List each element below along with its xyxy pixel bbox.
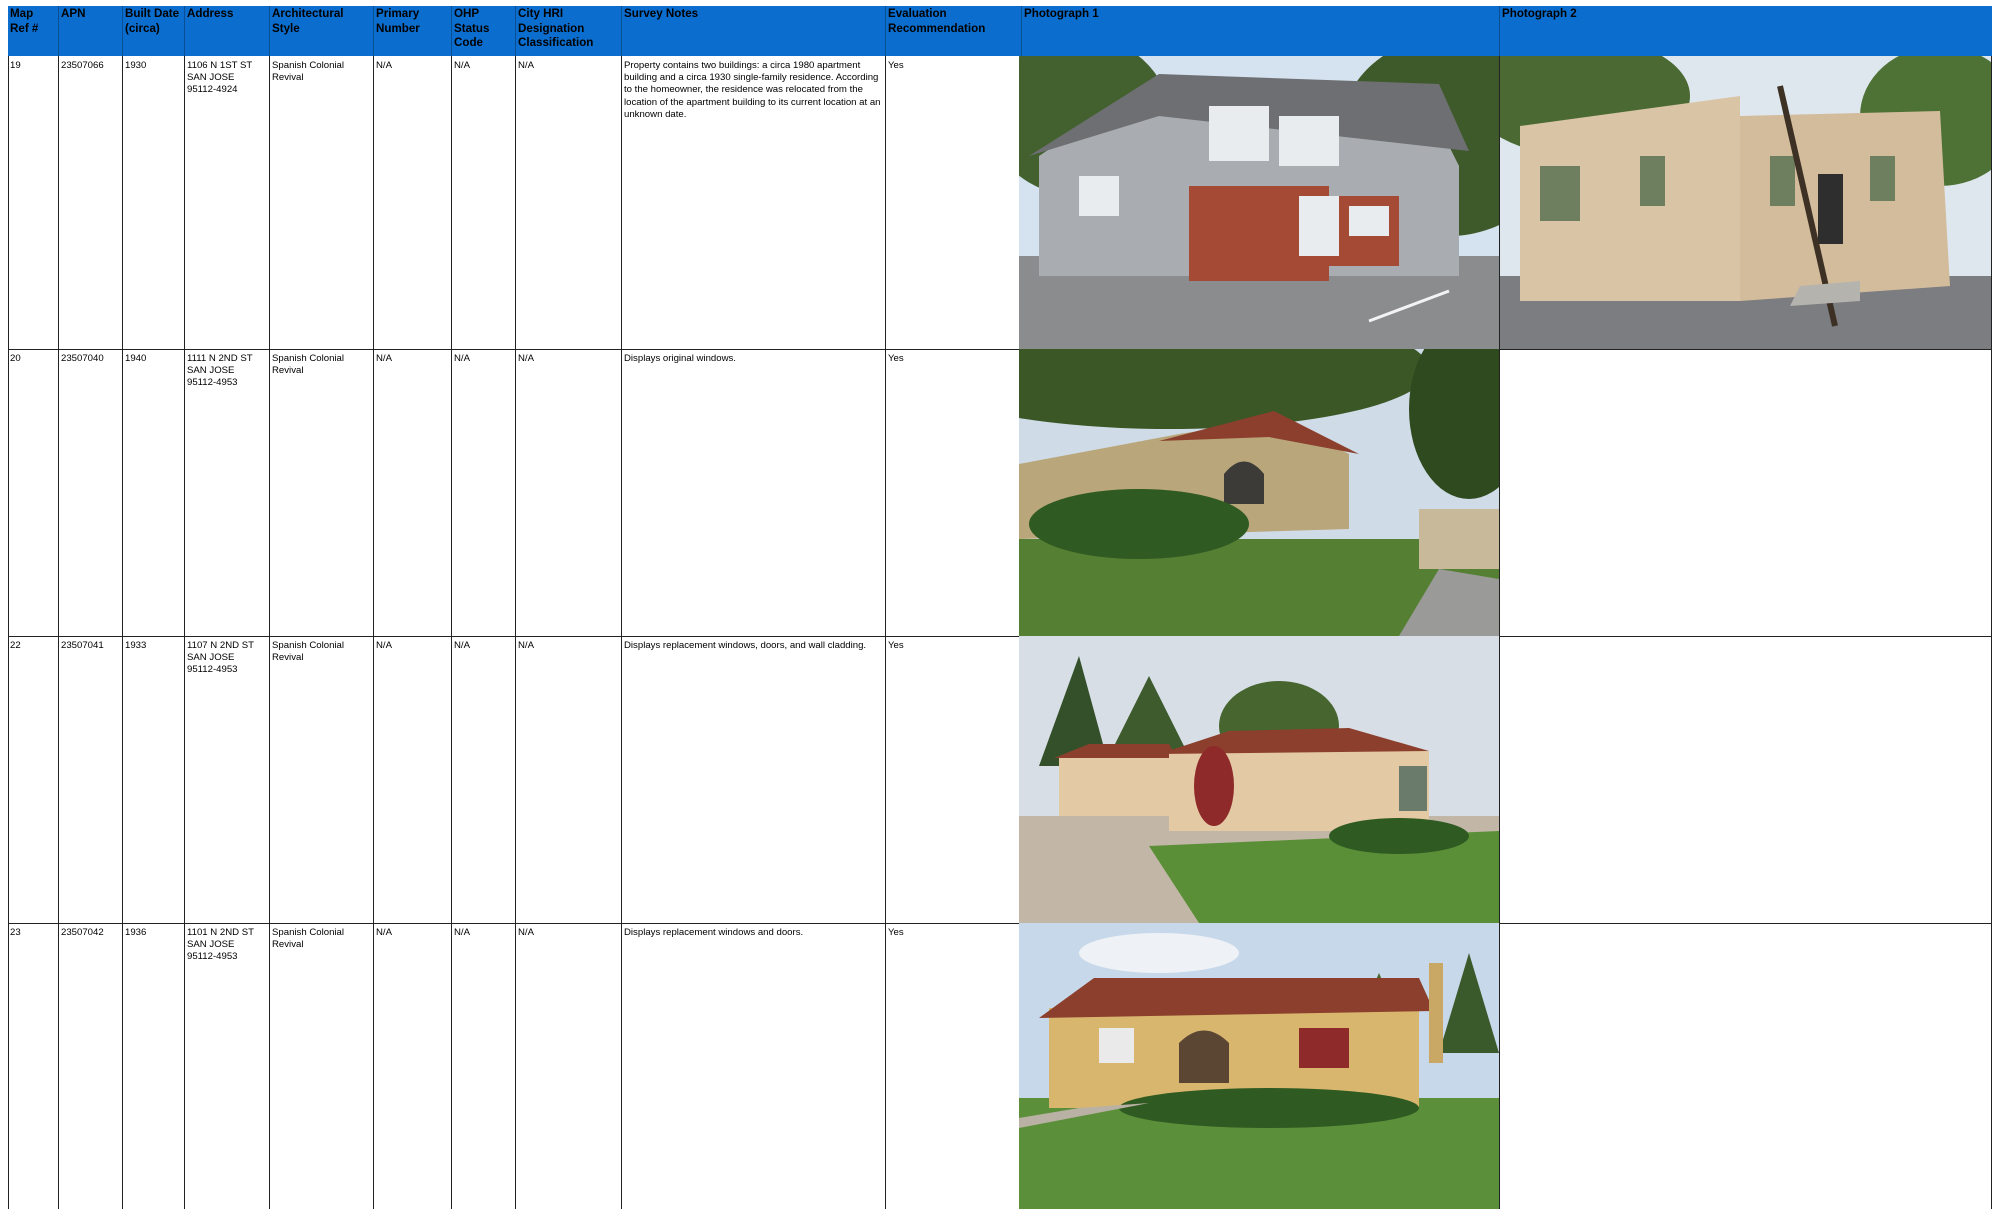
address-cell: 1101 N 2ND ST SAN JOSE 95112-4953 [185,923,270,1209]
survey-notes-cell: Displays original windows. [622,349,886,636]
arch-style-cell: Spanish Colonial Revival [270,56,374,349]
yellow-house-image [1019,923,1499,1209]
grid-right-border [1991,56,1992,1209]
built-date-cell: 1933 [123,636,185,923]
survey-table: Map Ref # APN Built Date (circa) Address… [8,6,1992,1209]
address-cell: 1107 N 2ND ST SAN JOSE 95112-4953 [185,636,270,923]
arch-style-cell: Spanish Colonial Revival [270,923,374,1209]
built-date-cell: 1930 [123,56,185,349]
ohp-status-cell: N/A [452,56,516,349]
grid-left-border [8,56,9,1209]
city-hri-cell: N/A [516,636,622,923]
col-header-photograph-2: Photograph 2 [1502,7,1577,20]
primary-number-cell: N/A [374,636,452,923]
photograph-1 [1019,636,1499,923]
apn-cell: 23507040 [59,349,123,636]
col-header-primary-number: Primary Number [374,6,452,56]
survey-notes-cell: Displays replacement windows and doors. [622,923,886,1209]
arched-window-house-image [1019,349,1499,636]
city-hri-cell: N/A [516,349,622,636]
table-row: 22 23507041 1933 1107 N 2ND ST SAN JOSE … [8,636,1992,924]
address-cell: 1111 N 2ND ST SAN JOSE 95112-4953 [185,349,270,636]
col-header-apn: APN [59,6,123,56]
survey-notes-cell: Displays replacement windows, doors, and… [622,636,886,923]
primary-number-cell: N/A [374,349,452,636]
arch-style-cell: Spanish Colonial Revival [270,636,374,923]
city-hri-cell: N/A [516,923,622,1209]
map-ref-cell: 19 [8,56,59,349]
ohp-status-cell: N/A [452,636,516,923]
table-row: 19 23507066 1930 1106 N 1ST ST SAN JOSE … [8,56,1992,350]
map-ref-cell: 22 [8,636,59,923]
col-header-evaluation: Evaluation Recommendation [886,6,1022,56]
col-header-survey-notes: Survey Notes [622,6,886,56]
city-hri-cell: N/A [516,56,622,349]
primary-number-cell: N/A [374,923,452,1209]
stucco-residence-image [1500,56,1992,349]
apn-cell: 23507042 [59,923,123,1209]
photograph-2 [1500,56,1992,349]
ohp-status-cell: N/A [452,923,516,1209]
arch-style-cell: Spanish Colonial Revival [270,349,374,636]
tile-roof-house-image [1019,636,1499,923]
grid-photo-divider [1499,56,1500,1209]
col-header-photograph-1: Photograph 1 [1022,6,1500,56]
table-row: 23 23507042 1936 1101 N 2ND ST SAN JOSE … [8,923,1992,1209]
photograph-1 [1019,923,1499,1209]
col-header-ohp-status: OHP Status Code [452,6,516,56]
survey-notes-cell: Property contains two buildings: a circa… [622,56,886,349]
evaluation-cell: Yes [886,349,1022,636]
built-date-cell: 1940 [123,349,185,636]
col-header-map-ref: Map Ref # [8,6,59,56]
evaluation-cell: Yes [886,56,1022,349]
evaluation-cell: Yes [886,923,1022,1209]
table-row: 20 23507040 1940 1111 N 2ND ST SAN JOSE … [8,349,1992,637]
col-header-city-hri: City HRI Designation Classification [516,6,622,56]
photograph-1 [1019,349,1499,636]
apartment-building-image [1019,56,1499,349]
address-cell: 1106 N 1ST ST SAN JOSE 95112-4924 [185,56,270,349]
col-header-address: Address [185,6,270,56]
apn-cell: 23507041 [59,636,123,923]
col-header-built-date: Built Date (circa) [123,6,185,56]
map-ref-cell: 20 [8,349,59,636]
apn-cell: 23507066 [59,56,123,349]
map-ref-cell: 23 [8,923,59,1209]
col-header-arch-style: Architectural Style [270,6,374,56]
primary-number-cell: N/A [374,56,452,349]
photograph-1 [1019,56,1499,349]
built-date-cell: 1936 [123,923,185,1209]
evaluation-cell: Yes [886,636,1022,923]
ohp-status-cell: N/A [452,349,516,636]
